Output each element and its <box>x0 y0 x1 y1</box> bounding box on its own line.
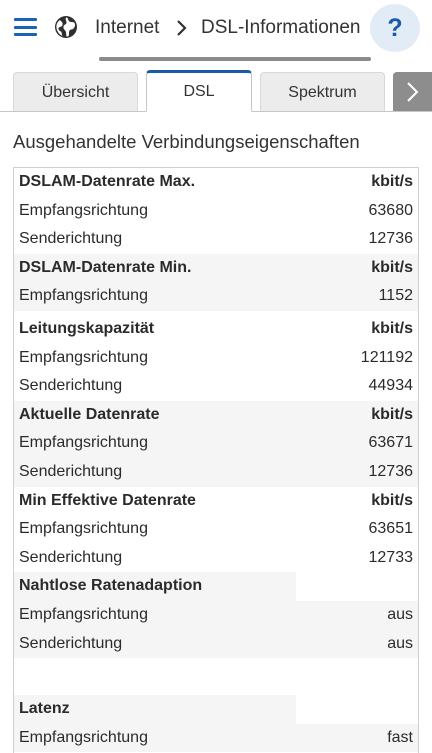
row-label: Empfangsrichtung <box>19 201 148 219</box>
row-value: 12736 <box>368 462 414 480</box>
tab-uebersicht[interactable]: Übersicht <box>13 72 138 112</box>
scroll-indicator <box>99 57 371 61</box>
group-title: Min Effektive Datenrate <box>19 491 196 509</box>
table-row-header: Nahtlose Ratenadaption <box>14 572 418 601</box>
row-label: Empfangsrichtung <box>19 434 148 452</box>
table-row-header: Aktuelle Datenrate kbit/s <box>14 400 418 430</box>
group-title: Aktuelle Datenrate <box>19 405 160 423</box>
row-value: 44934 <box>368 377 414 395</box>
group-unit: kbit/s <box>371 319 413 337</box>
group-title: DSLAM-Datenrate Max. <box>19 173 196 190</box>
row-value: 1152 <box>378 287 413 305</box>
table-row: Senderichtung aus <box>14 629 418 659</box>
chevron-right-icon <box>177 20 187 36</box>
table-row-header: DSLAM-Datenrate Min. kbit/s <box>14 253 418 283</box>
table-row-header: Min Effektive Datenrate kbit/s <box>14 487 418 516</box>
hamburger-icon[interactable] <box>14 16 38 38</box>
row-label: Senderichtung <box>19 548 123 566</box>
table-row: Empfangsrichtung 1152 <box>14 282 418 311</box>
table-row-header: Leitungskapazität kbit/s <box>14 315 418 344</box>
row-label: Empfangsrichtung <box>19 728 148 746</box>
row-label: Senderichtung <box>19 462 123 480</box>
row-label: Empfangsrichtung <box>19 520 148 538</box>
group-unit: kbit/s <box>371 405 413 423</box>
table-row: Senderichtung 12736 <box>14 457 418 487</box>
group-unit: kbit/s <box>371 173 413 190</box>
table-row: Empfangsrichtung aus <box>14 600 418 630</box>
tab-bar: Übersicht DSL Spektrum <box>0 62 432 114</box>
table-row: Empfangsrichtung 63680 <box>14 197 418 226</box>
group-title: Latenz <box>19 700 70 718</box>
group-title: Leitungskapazität <box>19 319 155 337</box>
row-value: 63680 <box>368 201 414 219</box>
tab-dsl[interactable]: DSL <box>146 70 252 112</box>
help-button[interactable]: ? <box>370 4 420 52</box>
row-label: Empfangsrichtung <box>19 348 148 366</box>
row-label: Senderichtung <box>19 230 123 248</box>
group-unit: kbit/s <box>371 258 413 276</box>
table-row: Empfangsrichtung 63671 <box>14 429 418 458</box>
table-row: Empfangsrichtung 63651 <box>14 515 418 544</box>
table-row-header: DSLAM-Datenrate Max. kbit/s <box>14 168 418 197</box>
row-value: 63651 <box>368 520 414 538</box>
row-value: 63671 <box>368 434 414 452</box>
group-title: DSLAM-Datenrate Min. <box>19 258 192 276</box>
table-spacer <box>14 658 418 695</box>
table-row: Empfangsrichtung 121192 <box>14 344 418 373</box>
row-label: Empfangsrichtung <box>19 287 148 305</box>
table-row: Empfangsrichtung fast <box>14 723 418 753</box>
row-value: fast <box>387 728 413 746</box>
row-label: Senderichtung <box>19 377 123 395</box>
group-unit: kbit/s <box>371 491 413 509</box>
row-value: aus <box>387 605 413 623</box>
table-row: Senderichtung 44934 <box>14 372 418 401</box>
row-label: Empfangsrichtung <box>19 605 148 623</box>
table-row: Senderichtung 12736 <box>14 225 418 254</box>
breadcrumb-internet[interactable]: Internet <box>95 16 159 40</box>
table-row: Senderichtung 12733 <box>14 544 418 573</box>
row-value: aus <box>387 634 413 652</box>
row-value: 121192 <box>360 348 413 366</box>
row-value: 12733 <box>368 548 414 566</box>
chevron-right-icon <box>407 82 419 102</box>
tab-scroll-right-button[interactable] <box>393 72 432 112</box>
globe-icon <box>55 16 77 38</box>
tab-spektrum[interactable]: Spektrum <box>260 72 385 112</box>
row-value: 12736 <box>368 230 414 248</box>
group-title: Nahtlose Ratenadaption <box>19 577 203 595</box>
section-title: Ausgehandelte Verbindungseigenschaften <box>13 131 360 152</box>
row-label: Senderichtung <box>19 634 123 652</box>
connection-properties-table: DSLAM-Datenrate Max. kbit/s Empfangsrich… <box>13 167 419 753</box>
help-label: ? <box>387 14 403 42</box>
page-title: DSL-Informationen <box>201 17 361 38</box>
table-row-header: Latenz <box>14 695 418 724</box>
top-bar: Internet DSL-Informationen ? <box>0 0 432 56</box>
